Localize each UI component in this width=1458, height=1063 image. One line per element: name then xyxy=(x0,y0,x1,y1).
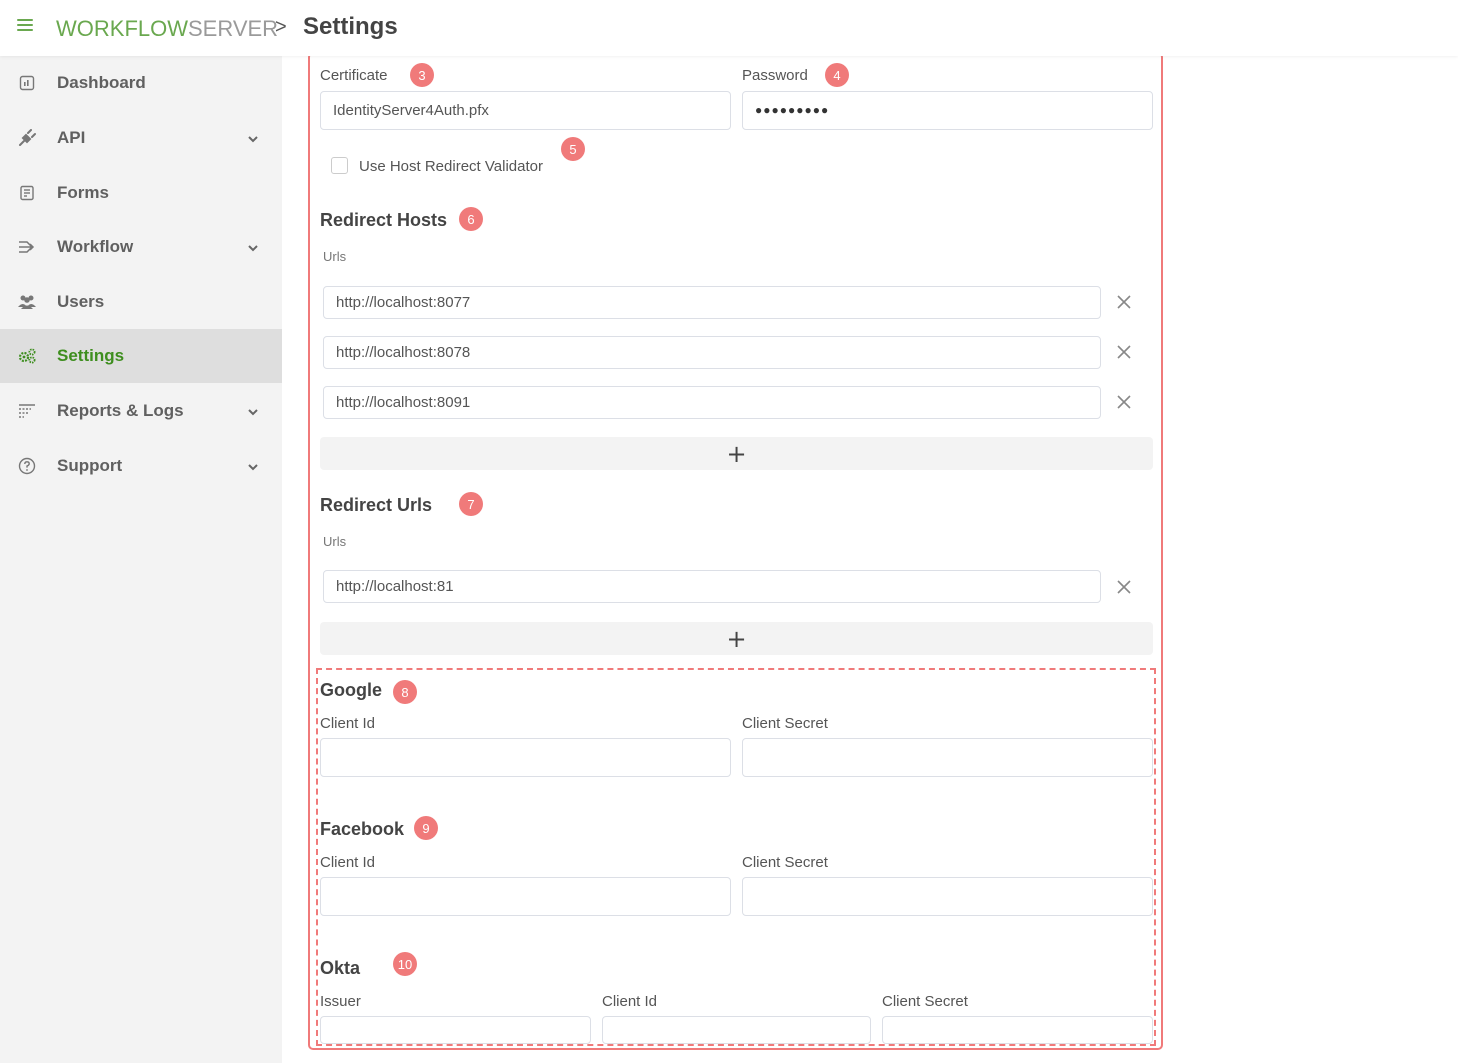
chevron-down-icon xyxy=(247,460,259,472)
google-client-id-label: Client Id xyxy=(320,715,376,732)
sidebar: Dashboard API Forms Workflow Users Setti… xyxy=(0,56,282,1063)
logo-part-server: SERVER xyxy=(188,16,279,41)
google-client-secret-label: Client Secret xyxy=(742,715,828,732)
okta-issuer-label: Issuer xyxy=(320,993,361,1010)
sidebar-item-label: Users xyxy=(57,292,105,311)
password-input[interactable]: ●●●●●●●●● xyxy=(742,91,1153,130)
okta-client-secret-input[interactable] xyxy=(882,1016,1153,1044)
certificate-input[interactable] xyxy=(320,91,731,130)
sidebar-item-reports-logs[interactable]: Reports & Logs xyxy=(0,384,282,438)
annotation-badge: 3 xyxy=(410,63,434,87)
redirect-host-url-input[interactable] xyxy=(323,286,1101,319)
sidebar-item-forms[interactable]: Forms xyxy=(0,166,282,220)
okta-issuer-input[interactable] xyxy=(320,1016,591,1044)
top-header: WORKFLOWSERVER > Settings xyxy=(0,0,1458,56)
sidebar-item-settings[interactable]: Settings xyxy=(0,329,282,383)
host-redirect-validator-label: Use Host Redirect Validator xyxy=(359,158,543,175)
remove-url-close-icon[interactable] xyxy=(1114,292,1134,312)
okta-client-id-input[interactable] xyxy=(602,1016,871,1044)
add-redirect-host-button[interactable]: + xyxy=(320,437,1153,470)
annotation-badge: 5 xyxy=(561,137,585,161)
logo-part-workflow: WORKFLOW xyxy=(56,16,188,41)
sidebar-item-label: Dashboard xyxy=(57,73,146,92)
facebook-client-id-label: Client Id xyxy=(320,854,376,871)
redirect-hosts-title: Redirect Hosts xyxy=(320,210,448,230)
chevron-down-icon xyxy=(247,241,259,253)
sidebar-item-users[interactable]: Users xyxy=(0,275,282,329)
add-redirect-url-button[interactable]: + xyxy=(320,622,1153,655)
annotation-badge: 8 xyxy=(393,680,417,704)
redirect-host-url-input[interactable] xyxy=(323,336,1101,369)
facebook-client-id-input[interactable] xyxy=(320,877,731,916)
annotation-badge: 7 xyxy=(459,492,483,516)
sidebar-item-support[interactable]: Support xyxy=(0,439,282,493)
annotation-badge: 4 xyxy=(825,63,849,87)
sidebar-item-label: Forms xyxy=(57,183,109,202)
hamburger-menu-icon[interactable] xyxy=(17,19,33,33)
sidebar-item-label: Support xyxy=(57,456,123,475)
remove-url-close-icon[interactable] xyxy=(1114,577,1134,597)
password-label: Password xyxy=(742,67,808,84)
external-providers-highlight xyxy=(316,668,1156,1046)
chevron-down-icon xyxy=(247,405,259,417)
sidebar-item-label: Workflow xyxy=(57,237,134,256)
breadcrumb-separator: > xyxy=(275,16,287,38)
facebook-client-secret-input[interactable] xyxy=(742,877,1153,916)
remove-url-close-icon[interactable] xyxy=(1114,342,1134,362)
users-icon xyxy=(17,292,37,312)
google-client-id-input[interactable] xyxy=(320,738,731,777)
page-title: Settings xyxy=(303,13,398,40)
chevron-down-icon xyxy=(247,132,259,144)
sidebar-item-api[interactable]: API xyxy=(0,111,282,165)
redirect-hosts-urls-label: Urls xyxy=(323,249,347,264)
redirect-host-url-input[interactable] xyxy=(323,386,1101,419)
google-client-secret-input[interactable] xyxy=(742,738,1153,777)
remove-url-close-icon[interactable] xyxy=(1114,392,1134,412)
plus-icon: + xyxy=(726,624,747,653)
help-icon xyxy=(17,456,37,476)
sidebar-item-label: Reports & Logs xyxy=(57,401,184,420)
facebook-client-secret-label: Client Secret xyxy=(742,854,828,871)
annotation-badge: 9 xyxy=(414,816,438,840)
reports-icon xyxy=(17,401,37,421)
form-icon xyxy=(17,183,37,203)
redirect-url-input[interactable] xyxy=(323,570,1101,603)
redirect-urls-urls-label: Urls xyxy=(323,534,347,549)
plus-icon: + xyxy=(726,439,747,468)
google-title: Google xyxy=(320,680,382,700)
sidebar-item-label: API xyxy=(57,128,86,147)
annotation-badge: 6 xyxy=(459,207,483,231)
host-redirect-validator-checkbox[interactable] xyxy=(331,157,348,174)
okta-client-secret-label: Client Secret xyxy=(882,993,968,1010)
okta-title: Okta xyxy=(320,958,361,978)
okta-client-id-label: Client Id xyxy=(602,993,658,1010)
workflow-icon xyxy=(17,237,37,257)
app-logo[interactable]: WORKFLOWSERVER xyxy=(56,16,278,42)
dashboard-icon xyxy=(17,73,37,93)
annotation-badge: 10 xyxy=(393,952,417,976)
gears-icon xyxy=(17,346,37,366)
facebook-title: Facebook xyxy=(320,819,405,839)
certificate-label: Certificate xyxy=(320,67,388,84)
redirect-urls-title: Redirect Urls xyxy=(320,495,433,515)
sidebar-item-label: Settings xyxy=(57,346,125,365)
plug-icon xyxy=(17,128,37,148)
sidebar-item-workflow[interactable]: Workflow xyxy=(0,220,282,274)
sidebar-item-dashboard[interactable]: Dashboard xyxy=(0,56,282,110)
